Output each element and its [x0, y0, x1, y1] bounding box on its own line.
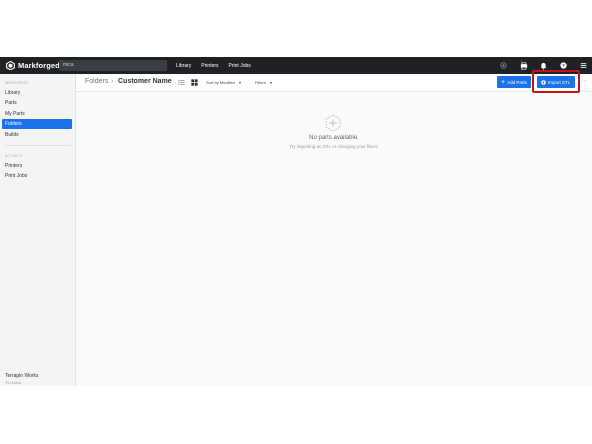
add-part-hexagon-icon [325, 114, 341, 132]
highlight-box [532, 70, 580, 93]
top-bar: Markforged mica Library Printers Print J… [0, 57, 592, 74]
search-input[interactable]: mica [59, 60, 167, 71]
page-title: Customer Name [118, 78, 172, 85]
filters-label: Filters [255, 80, 266, 85]
chevron-down-icon: ▾ [270, 80, 273, 85]
chevron-down-icon: ▾ [239, 80, 242, 85]
empty-state-title: No parts available. [309, 135, 359, 141]
svg-text:?: ? [562, 63, 565, 68]
menu-icon[interactable] [579, 61, 588, 70]
empty-state-subtitle: Try importing an STL or changing your fi… [289, 144, 379, 149]
sort-dropdown[interactable]: Sort by Modified ▾ [206, 80, 241, 85]
brand-name: Markforged [18, 61, 60, 70]
sidebar-section-workspace: WORKSPACE [5, 81, 30, 85]
sidebar-divider [5, 145, 71, 146]
sidebar-item-printers[interactable]: Printers [2, 161, 72, 171]
top-nav: Library Printers Print Jobs [176, 57, 251, 74]
empty-state: No parts available. Try importing an STL… [76, 92, 592, 386]
help-icon[interactable]: ? [559, 61, 568, 70]
bell-icon[interactable] [539, 61, 548, 70]
grid-view-icon[interactable] [191, 79, 198, 86]
add-parts-label: Add Parts [507, 79, 527, 85]
plus-icon: + [501, 78, 506, 86]
org-name[interactable]: Terrapin Works [5, 373, 39, 379]
breadcrumb-folders[interactable]: Folders [85, 78, 108, 85]
nav-printers[interactable]: Printers [201, 63, 218, 69]
markforged-logo-icon [6, 61, 15, 70]
sidebar-item-library[interactable]: Library [2, 88, 72, 98]
printer-icon[interactable] [519, 61, 528, 70]
sidebar-item-builds[interactable]: Builds [2, 130, 72, 140]
more-options-icon[interactable]: ··· [582, 78, 587, 84]
filters-dropdown[interactable]: Filters ▾ [255, 80, 272, 85]
nav-print-jobs[interactable]: Print Jobs [229, 63, 251, 69]
sidebar-section-activity: ACTIVITY [5, 154, 23, 158]
status-icon[interactable] [499, 61, 508, 70]
breadcrumb-separator: › [111, 78, 114, 85]
content-header: Folders › Customer Name Sort by Modified… [76, 70, 592, 93]
sidebar: WORKSPACE Library Parts My Parts Folders… [0, 74, 76, 386]
nav-library[interactable]: Library [176, 63, 191, 69]
app-window: Markforged mica Library Printers Print J… [0, 57, 592, 386]
org-user-count: 75 Users [5, 380, 22, 385]
list-view-icon[interactable] [178, 79, 185, 86]
sidebar-item-parts[interactable]: Parts [2, 98, 72, 108]
sidebar-item-folders[interactable]: Folders [2, 119, 72, 129]
sidebar-item-print-jobs[interactable]: Print Jobs [2, 171, 72, 181]
sort-label: Sort by Modified [206, 80, 235, 85]
sidebar-item-my-parts[interactable]: My Parts [2, 109, 72, 119]
brand[interactable]: Markforged [6, 60, 60, 71]
add-parts-button[interactable]: + Add Parts [497, 76, 531, 88]
